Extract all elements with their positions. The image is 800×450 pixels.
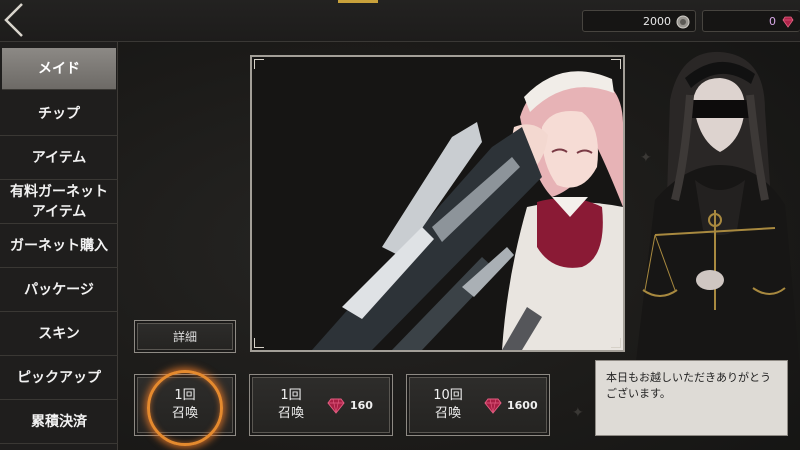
menu-item-label: スキン [38,325,80,342]
garnet-counter: 0 [702,10,800,32]
frame-corner [611,59,621,69]
garnet-amount: 0 [769,15,776,28]
garnet-icon [484,398,502,414]
top-accent-bar [338,0,378,3]
coin-amount: 2000 [643,15,671,28]
menu-item-item[interactable]: アイテム [0,136,118,180]
menu-item-label: パッケージ [24,281,94,298]
featured-maid-frame [250,55,625,352]
frame-corner [254,338,264,348]
free-summon-highlight-ring [147,370,223,446]
single-summon-button[interactable]: 1回 召喚 160 [249,374,393,436]
menu-item-label: アイテム [31,149,87,166]
back-button[interactable] [0,0,30,40]
menu-item-label: メイド [38,60,80,77]
menu-item-cumulative-payment[interactable]: 累積決済 [0,400,118,444]
maid-character-illustration [252,57,623,350]
menu-item-label: 累積決済 [31,413,87,430]
menu-item-label: チップ [38,105,80,122]
shopkeeper-dialog: 本日もお越しいただきありがとうございます。 [595,360,788,436]
back-chevron-icon [4,3,23,37]
frame-corner [254,59,264,69]
menu-item-chip[interactable]: チップ [0,92,118,136]
single-summon-cost: 160 [350,399,373,412]
garnet-icon [327,398,345,414]
ten-summon-button[interactable]: 10回 召喚 1600 [406,374,550,436]
shopkeeper-illustration [635,51,800,370]
menu-item-paid-garnet-item[interactable]: 有料ガーネット アイテム [0,180,118,224]
details-button[interactable]: 詳細 [134,320,236,353]
details-label: 詳細 [172,330,197,344]
shop-category-menu: メイド チップ アイテム 有料ガーネット アイテム ガーネット購入 パッケージ … [0,42,118,450]
gacha-shop-screen: 2000 0 メイド チップ アイテム 有料ガーネット アイテム ガーネット購入… [0,0,800,450]
coin-counter: 2000 [582,10,696,32]
menu-item-garnet-purchase[interactable]: ガーネット購入 [0,224,118,268]
ten-summon-cost: 1600 [507,399,538,412]
garnet-icon [782,16,794,28]
menu-item-package[interactable]: パッケージ [0,268,118,312]
menu-item-pickup[interactable]: ピックアップ [0,356,118,400]
ten-summon-label: 10回 召喚 [433,388,463,421]
single-summon-label: 1回 召喚 [277,388,304,421]
menu-item-skin[interactable]: スキン [0,312,118,356]
menu-item-label: ガーネット購入 [10,237,108,254]
top-bar: 2000 0 [0,0,800,42]
fleur-ornament: ✦ [572,405,584,421]
menu-item-label: ピックアップ [17,369,101,386]
coin-icon [676,15,690,29]
frame-corner [611,338,621,348]
menu-item-label: 有料ガーネット アイテム [10,183,108,220]
menu-item-maid[interactable]: メイド [2,48,116,90]
dialog-text: 本日もお越しいただきありがとうございます。 [606,371,771,400]
